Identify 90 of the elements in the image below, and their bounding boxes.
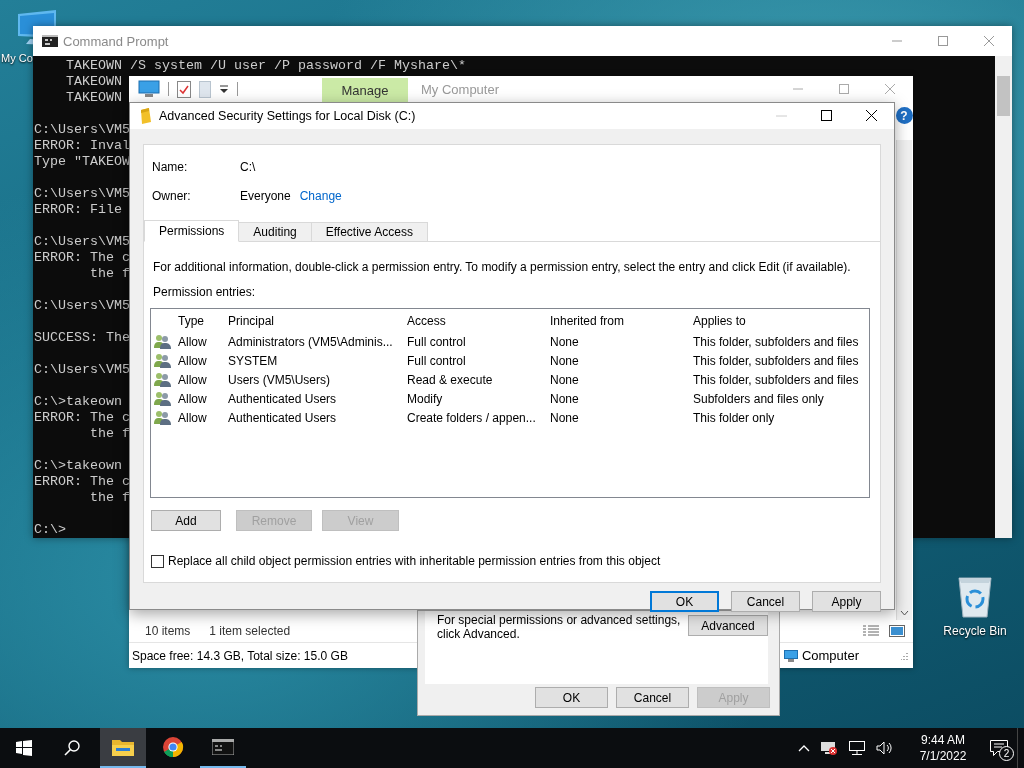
console-line: ERROR: Inval	[34, 138, 130, 154]
table-cell-text: This folder, subfolders and files	[692, 334, 860, 349]
column-header[interactable]: Access	[402, 313, 545, 328]
clock-time: 9:44 AM	[921, 732, 965, 748]
console-line: TAKEOWN	[65, 74, 122, 90]
table-cell-text: Authenticated Users	[227, 391, 338, 406]
table-cell-text: SYSTEM	[227, 353, 279, 368]
tab[interactable]: Auditing	[239, 222, 312, 242]
dialog-button[interactable]: OK	[650, 591, 719, 612]
console-line: Type "TAKEOW	[34, 154, 130, 170]
table-cell-text: Allow	[177, 372, 208, 387]
clock-date: 7/1/2022	[919, 748, 967, 764]
console-line: C:\Users\VM5	[34, 362, 130, 378]
console-line: TAKEOWN	[65, 90, 122, 106]
tab[interactable]: Permissions	[144, 220, 240, 242]
table-cell-text: This folder only	[692, 410, 776, 425]
console-line: C:\Users\VM5	[34, 186, 130, 202]
permission-entry-row[interactable]: Allow SYSTEM Full control None This folder, subfolders and files	[151, 351, 869, 370]
console-line: C:\Users\VM5	[34, 234, 130, 250]
dialog-button[interactable]: Apply	[812, 591, 881, 612]
console-line: the f	[89, 490, 130, 506]
field-value: Everyone	[240, 189, 291, 203]
table-cell-text: None	[549, 391, 580, 406]
table-cell-text: None	[549, 334, 580, 349]
column-header[interactable]: Applies to	[688, 313, 869, 328]
console-line: ERROR: File	[34, 202, 122, 218]
column-header[interactable]: Type	[173, 313, 223, 328]
info-text: For additional information, double-click a permission entry. To modify a permission entry, select the entry and click Edit (if available).	[153, 259, 852, 275]
table-cell-text: Read & execute	[406, 372, 494, 387]
selection-count: 1 item selected	[209, 624, 291, 638]
table-cell-text: This folder, subfolders and files	[692, 353, 860, 368]
checkbox-label[interactable]: Replace all child object permission entries with inheritable permission entries from this object	[168, 554, 661, 568]
console-line: C:\Users\VM5	[34, 122, 130, 138]
tab[interactable]: Effective Access	[311, 222, 428, 242]
table-cell-text: Allow	[177, 353, 208, 368]
console-line: the f	[89, 266, 130, 282]
permission-entry-row[interactable]: Allow Users (VM5\Users) Read & execute None This folder, subfolders and files	[151, 370, 869, 389]
column-header[interactable]: Inherited from	[545, 313, 688, 328]
console-line: ERROR: The c	[34, 410, 130, 426]
column-header[interactable]: Principal	[223, 313, 402, 328]
desktop-icon-label[interactable]: Recycle Bin	[943, 624, 1007, 638]
advanced-button[interactable]: Advanced	[688, 615, 768, 636]
window-title: Command Prompt	[63, 33, 169, 49]
section-label: Permission entries:	[153, 284, 257, 300]
console-line: C:\>takeown	[34, 458, 122, 474]
help-button[interactable]: ?	[895, 107, 913, 124]
table-cell-text: None	[549, 410, 580, 425]
console-line: the f	[89, 426, 130, 442]
window-title: My Computer	[421, 81, 500, 97]
ribbon-tab[interactable]: Manage	[322, 78, 408, 102]
item-count: 10 items	[145, 624, 191, 638]
table-cell-text: Full control	[406, 353, 467, 368]
permission-entry-row[interactable]: Allow Authenticated Users Create folders / appen... None This folder only	[151, 408, 869, 427]
permission-entry-row[interactable]: Allow Authenticated Users Modify None Subfolders and files only	[151, 389, 869, 408]
notification-badge: 2	[999, 746, 1014, 761]
dialog-button[interactable]: Cancel	[616, 687, 689, 708]
disk-space-text: Space free: 14.3 GB, Total size: 15.0 GB	[132, 648, 348, 663]
table-cell-text: This folder, subfolders and files	[692, 372, 860, 387]
console-line: ERROR: The c	[34, 474, 130, 490]
table-cell-text: Users (VM5\Users)	[227, 372, 331, 387]
table-cell-text: None	[549, 353, 580, 368]
table-cell-text: Administrators (VM5\Adminis...	[227, 334, 394, 349]
entry-action-button[interactable]: Add	[151, 510, 221, 531]
change-link[interactable]: Change	[299, 189, 342, 203]
table-cell-text: Create folders / appen...	[406, 410, 537, 425]
instruction-text: For special permissions or advanced settings, click Advanced.	[437, 613, 681, 641]
window-title: Advanced Security Settings for Local Disk (C:)	[159, 109, 416, 123]
console-line: C:\>	[34, 522, 66, 538]
field-value: C:\	[240, 160, 256, 174]
table-cell-text: None	[549, 372, 580, 387]
console-line: SUCCESS: The	[34, 330, 130, 346]
location-label: Computer	[801, 648, 859, 663]
dialog-button[interactable]: OK	[535, 687, 608, 708]
table-cell-text: Subfolders and files only	[692, 391, 825, 406]
table-cell-text: Allow	[177, 391, 208, 406]
console-line: TAKEOWN /S system /U user /P password /F Myshare\*	[65, 58, 466, 74]
table-cell-text: Full control	[406, 334, 467, 349]
console-line: C:\Users\VM5	[34, 298, 130, 314]
console-line: ERROR: The c	[34, 250, 130, 266]
field-label: Owner:	[152, 189, 192, 203]
table-cell-text: Allow	[177, 334, 208, 349]
clock[interactable]: 9:44 AM 7/1/2022	[905, 732, 981, 764]
desktop-icon-label[interactable]: My Co	[1, 52, 33, 64]
table-cell-text: Modify	[406, 391, 444, 406]
permission-entry-row[interactable]: Allow Administrators (VM5\Adminis... Full control None This folder, subfolders and files	[151, 332, 869, 351]
table-cell-text: Allow	[177, 410, 208, 425]
dialog-button[interactable]: Cancel	[731, 591, 800, 612]
field-label: Name:	[152, 160, 189, 174]
console-line: C:\>takeown	[34, 394, 122, 410]
table-cell-text: Authenticated Users	[227, 410, 338, 425]
